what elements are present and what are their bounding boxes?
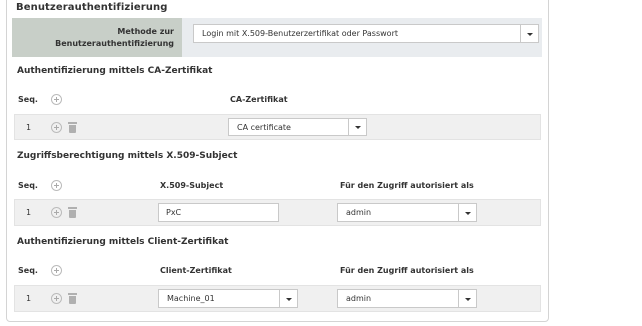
subject-authorized-header: Für den Zugriff autorisiert als [340,181,474,190]
plus-circle-icon[interactable] [51,293,62,304]
client-row-seq: 1 [26,294,32,303]
trash-icon[interactable] [68,293,77,304]
ca-certificate-value: CA certificate [237,123,291,132]
method-label-line2: Benutzerauthentifizierung [55,39,174,48]
add-subject-row-icon[interactable] [51,180,62,191]
ca-certificate-header: CA-Zertifikat [230,95,288,104]
subject-header: X.509-Subject [160,181,224,190]
ca-seq-header: Seq. [18,95,38,104]
client-seq-header: Seq. [18,266,38,275]
subject-row-seq: 1 [26,208,32,217]
chevron-down-icon[interactable] [520,25,538,42]
subject-authorized-select[interactable]: admin [337,203,477,222]
add-ca-row-icon[interactable] [51,94,62,105]
add-client-row-icon[interactable] [51,265,62,276]
subject-seq-header: Seq. [18,181,38,190]
subject-section-title: Zugriffsberechtigung mittels X.509-Subje… [17,151,238,161]
client-certificate-select[interactable]: Machine_01 [158,289,298,308]
client-authorized-select[interactable]: admin [337,289,477,308]
subject-input[interactable]: PxC [158,203,279,222]
chevron-down-icon[interactable] [279,290,297,307]
trash-icon[interactable] [68,122,77,133]
client-authorized-header: Für den Zugriff autorisiert als [340,266,474,275]
panel-title: Benutzerauthentifizierung [16,2,168,13]
client-certificate-header: Client-Zertifikat [160,266,232,275]
chevron-down-icon[interactable] [348,119,366,135]
method-label: Methode zur Benutzerauthentifizierung [12,18,182,57]
method-label-line1: Methode zur [117,27,174,36]
ca-row-seq: 1 [26,123,32,132]
plus-circle-icon[interactable] [51,207,62,218]
client-certificate-value: Machine_01 [167,294,215,303]
trash-icon[interactable] [68,207,77,218]
client-authorized-value: admin [346,294,372,303]
chevron-down-icon[interactable] [458,290,476,307]
ca-section-title: Authentifizierung mittels CA-Zertifikat [17,66,213,76]
client-section-title: Authentifizierung mittels Client-Zertifi… [17,237,229,247]
ca-certificate-select[interactable]: CA certificate [228,118,367,136]
subject-authorized-value: admin [346,208,372,217]
chevron-down-icon[interactable] [458,204,476,221]
method-select-value: Login mit X.509-Benutzerzertifikat oder … [202,29,398,38]
method-select[interactable]: Login mit X.509-Benutzerzertifikat oder … [193,24,539,43]
plus-circle-icon[interactable] [51,122,62,133]
